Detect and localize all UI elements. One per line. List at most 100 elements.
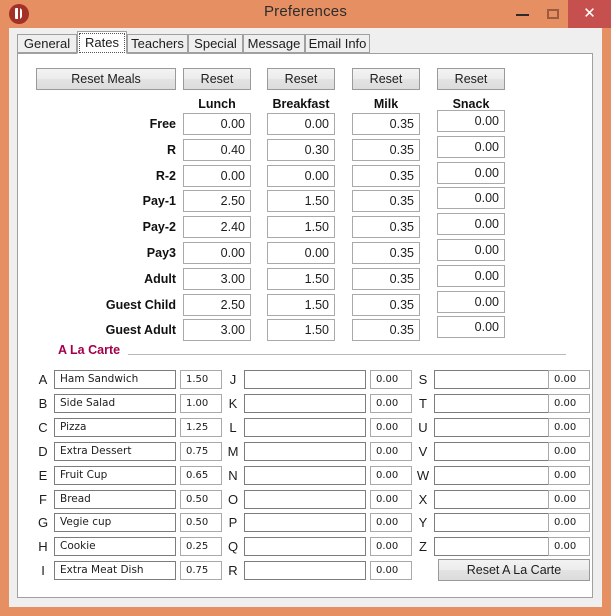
rate-input-breakfast-4[interactable]: 1.50 bbox=[267, 190, 335, 212]
a-la-carte-name-input-W[interactable] bbox=[434, 466, 556, 485]
a-la-carte-price-input-L[interactable]: 0.00 bbox=[370, 418, 412, 437]
a-la-carte-price-input-O[interactable]: 0.00 bbox=[370, 490, 412, 509]
rate-input-breakfast-3[interactable]: 0.00 bbox=[267, 165, 335, 187]
reset-a-la-carte-button[interactable]: Reset A La Carte bbox=[438, 559, 590, 581]
reset-meals-button[interactable]: Reset Meals bbox=[36, 68, 176, 90]
a-la-carte-price-input-Y[interactable]: 0.00 bbox=[548, 513, 590, 532]
rate-input-snack-1[interactable]: 0.00 bbox=[437, 110, 505, 132]
a-la-carte-name-input-V[interactable] bbox=[434, 442, 556, 461]
reset-milk-button[interactable]: Reset bbox=[352, 68, 420, 90]
a-la-carte-name-input-L[interactable] bbox=[244, 418, 366, 437]
minimize-button[interactable] bbox=[508, 0, 538, 28]
a-la-carte-name-input-K[interactable] bbox=[244, 394, 366, 413]
a-la-carte-name-input-Q[interactable] bbox=[244, 537, 366, 556]
rate-input-milk-5[interactable]: 0.35 bbox=[352, 216, 420, 238]
rate-input-milk-2[interactable]: 0.35 bbox=[352, 139, 420, 161]
rate-input-lunch-6[interactable]: 0.00 bbox=[183, 242, 251, 264]
a-la-carte-price-input-W[interactable]: 0.00 bbox=[548, 466, 590, 485]
a-la-carte-name-input-G[interactable]: Vegie cup bbox=[54, 513, 176, 532]
rate-input-milk-9[interactable]: 0.35 bbox=[352, 319, 420, 341]
a-la-carte-name-input-X[interactable] bbox=[434, 490, 556, 509]
a-la-carte-price-input-P[interactable]: 0.00 bbox=[370, 513, 412, 532]
a-la-carte-price-input-E[interactable]: 0.65 bbox=[180, 466, 222, 485]
rate-input-lunch-8[interactable]: 2.50 bbox=[183, 294, 251, 316]
a-la-carte-price-input-H[interactable]: 0.25 bbox=[180, 537, 222, 556]
a-la-carte-price-input-B[interactable]: 1.00 bbox=[180, 394, 222, 413]
a-la-carte-name-input-P[interactable] bbox=[244, 513, 366, 532]
rate-input-milk-4[interactable]: 0.35 bbox=[352, 190, 420, 212]
rate-input-snack-2[interactable]: 0.00 bbox=[437, 136, 505, 158]
tab-message[interactable]: Message bbox=[243, 34, 305, 53]
a-la-carte-price-input-F[interactable]: 0.50 bbox=[180, 490, 222, 509]
rate-input-lunch-7[interactable]: 3.00 bbox=[183, 268, 251, 290]
reset-breakfast-button[interactable]: Reset bbox=[267, 68, 335, 90]
a-la-carte-price-input-V[interactable]: 0.00 bbox=[548, 442, 590, 461]
a-la-carte-name-input-J[interactable] bbox=[244, 370, 366, 389]
a-la-carte-name-input-H[interactable]: Cookie bbox=[54, 537, 176, 556]
rate-input-breakfast-9[interactable]: 1.50 bbox=[267, 319, 335, 341]
rate-input-lunch-9[interactable]: 3.00 bbox=[183, 319, 251, 341]
a-la-carte-price-input-U[interactable]: 0.00 bbox=[548, 418, 590, 437]
a-la-carte-name-input-I[interactable]: Extra Meat Dish bbox=[54, 561, 176, 580]
rate-input-lunch-3[interactable]: 0.00 bbox=[183, 165, 251, 187]
rate-input-breakfast-6[interactable]: 0.00 bbox=[267, 242, 335, 264]
a-la-carte-price-input-X[interactable]: 0.00 bbox=[548, 490, 590, 509]
rate-input-snack-4[interactable]: 0.00 bbox=[437, 187, 505, 209]
a-la-carte-name-input-Y[interactable] bbox=[434, 513, 556, 532]
a-la-carte-price-input-K[interactable]: 0.00 bbox=[370, 394, 412, 413]
tab-teachers[interactable]: Teachers bbox=[127, 34, 188, 53]
rate-input-milk-3[interactable]: 0.35 bbox=[352, 165, 420, 187]
a-la-carte-name-input-R[interactable] bbox=[244, 561, 366, 580]
a-la-carte-name-input-D[interactable]: Extra Dessert bbox=[54, 442, 176, 461]
tab-special[interactable]: Special bbox=[188, 34, 243, 53]
a-la-carte-price-input-A[interactable]: 1.50 bbox=[180, 370, 222, 389]
reset-snack-button[interactable]: Reset bbox=[437, 68, 505, 90]
a-la-carte-price-input-S[interactable]: 0.00 bbox=[548, 370, 590, 389]
rate-input-breakfast-2[interactable]: 0.30 bbox=[267, 139, 335, 161]
a-la-carte-name-input-Z[interactable] bbox=[434, 537, 556, 556]
a-la-carte-price-input-G[interactable]: 0.50 bbox=[180, 513, 222, 532]
rate-input-breakfast-8[interactable]: 1.50 bbox=[267, 294, 335, 316]
maximize-button[interactable] bbox=[538, 0, 568, 28]
rate-input-snack-5[interactable]: 0.00 bbox=[437, 213, 505, 235]
tab-general[interactable]: General bbox=[17, 34, 77, 53]
a-la-carte-name-input-M[interactable] bbox=[244, 442, 366, 461]
a-la-carte-name-input-B[interactable]: Side Salad bbox=[54, 394, 176, 413]
rate-input-lunch-2[interactable]: 0.40 bbox=[183, 139, 251, 161]
rate-input-milk-7[interactable]: 0.35 bbox=[352, 268, 420, 290]
rate-input-snack-9[interactable]: 0.00 bbox=[437, 316, 505, 338]
rate-input-milk-1[interactable]: 0.35 bbox=[352, 113, 420, 135]
a-la-carte-price-input-Q[interactable]: 0.00 bbox=[370, 537, 412, 556]
rate-input-breakfast-1[interactable]: 0.00 bbox=[267, 113, 335, 135]
rate-input-lunch-5[interactable]: 2.40 bbox=[183, 216, 251, 238]
a-la-carte-price-input-Z[interactable]: 0.00 bbox=[548, 537, 590, 556]
a-la-carte-name-input-S[interactable] bbox=[434, 370, 556, 389]
a-la-carte-name-input-C[interactable]: Pizza bbox=[54, 418, 176, 437]
rate-input-lunch-1[interactable]: 0.00 bbox=[183, 113, 251, 135]
a-la-carte-name-input-A[interactable]: Ham Sandwich bbox=[54, 370, 176, 389]
rate-input-snack-7[interactable]: 0.00 bbox=[437, 265, 505, 287]
rate-input-breakfast-7[interactable]: 1.50 bbox=[267, 268, 335, 290]
a-la-carte-price-input-T[interactable]: 0.00 bbox=[548, 394, 590, 413]
a-la-carte-name-input-T[interactable] bbox=[434, 394, 556, 413]
a-la-carte-name-input-E[interactable]: Fruit Cup bbox=[54, 466, 176, 485]
rate-input-milk-8[interactable]: 0.35 bbox=[352, 294, 420, 316]
a-la-carte-price-input-N[interactable]: 0.00 bbox=[370, 466, 412, 485]
rate-input-snack-8[interactable]: 0.00 bbox=[437, 291, 505, 313]
a-la-carte-price-input-J[interactable]: 0.00 bbox=[370, 370, 412, 389]
a-la-carte-price-input-M[interactable]: 0.00 bbox=[370, 442, 412, 461]
tab-email-info[interactable]: Email Info bbox=[305, 34, 370, 53]
rate-input-snack-6[interactable]: 0.00 bbox=[437, 239, 505, 261]
a-la-carte-name-input-O[interactable] bbox=[244, 490, 366, 509]
a-la-carte-name-input-N[interactable] bbox=[244, 466, 366, 485]
reset-lunch-button[interactable]: Reset bbox=[183, 68, 251, 90]
a-la-carte-price-input-C[interactable]: 1.25 bbox=[180, 418, 222, 437]
a-la-carte-name-input-U[interactable] bbox=[434, 418, 556, 437]
a-la-carte-price-input-R[interactable]: 0.00 bbox=[370, 561, 412, 580]
rate-input-milk-6[interactable]: 0.35 bbox=[352, 242, 420, 264]
rate-input-lunch-4[interactable]: 2.50 bbox=[183, 190, 251, 212]
rate-input-breakfast-5[interactable]: 1.50 bbox=[267, 216, 335, 238]
tab-rates[interactable]: Rates bbox=[77, 31, 127, 54]
a-la-carte-name-input-F[interactable]: Bread bbox=[54, 490, 176, 509]
close-button[interactable]: ✕ bbox=[568, 0, 611, 28]
